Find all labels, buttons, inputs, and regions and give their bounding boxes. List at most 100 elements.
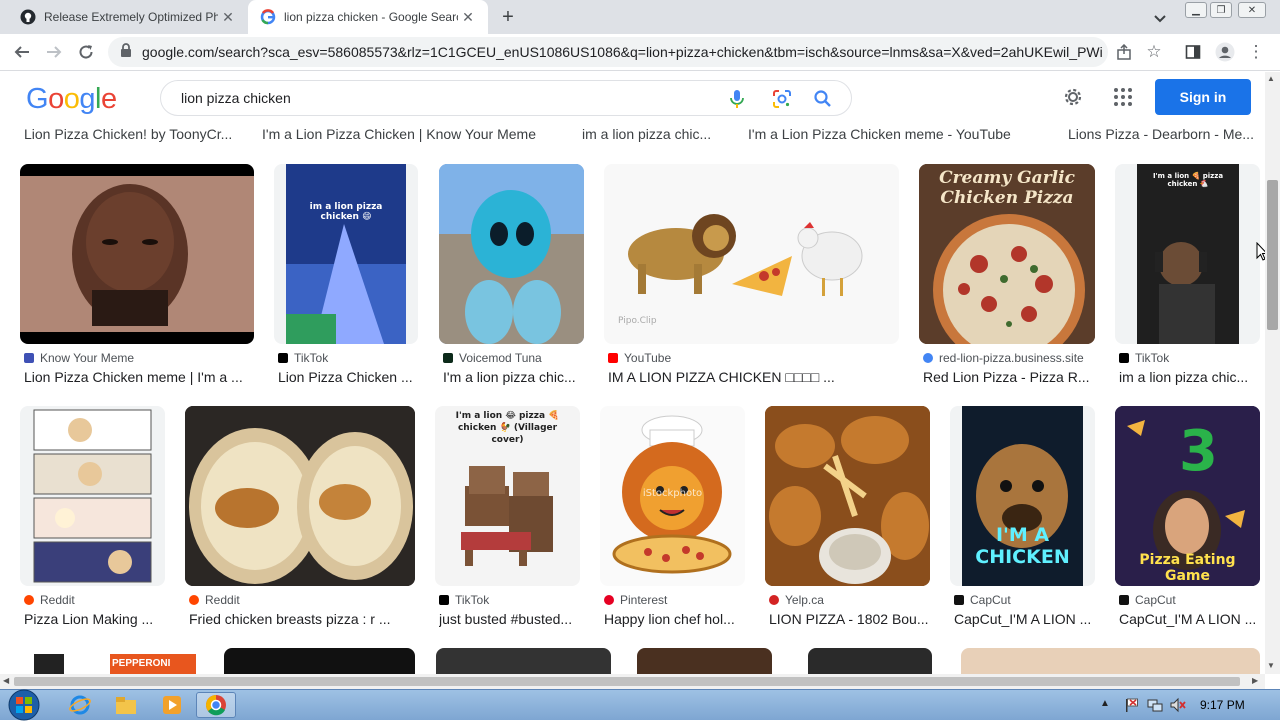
restore-button[interactable]: ❐ (1210, 2, 1232, 18)
result-source[interactable]: TikTok (439, 593, 489, 607)
action-center-flag-icon[interactable] (1124, 697, 1140, 718)
lock-icon[interactable] (120, 42, 132, 62)
tab-google-search[interactable]: lion pizza chicken - Google Searc ✕ (248, 0, 488, 34)
chevron-down-icon[interactable] (1150, 8, 1170, 28)
result-image[interactable] (224, 648, 415, 674)
result-source[interactable]: Pinterest (604, 593, 667, 607)
result-image[interactable]: Pipo.Clip (604, 164, 899, 344)
apps-grid-icon[interactable] (1113, 87, 1133, 112)
result-image[interactable]: I'M A CHICKEN (950, 406, 1095, 586)
reddit-icon (24, 595, 34, 605)
result-source[interactable]: Reddit (189, 593, 240, 607)
result-title[interactable]: Pizza Lion Making ... (24, 611, 165, 627)
result-source[interactable]: YouTube (608, 351, 671, 365)
profile-icon[interactable] (1213, 40, 1237, 64)
result-title[interactable]: I'm a lion pizza chic... (443, 369, 584, 385)
result-image[interactable] (20, 406, 165, 586)
side-panel-icon[interactable] (1181, 40, 1205, 64)
search-icon[interactable] (813, 89, 833, 114)
result-source[interactable]: CapCut (1119, 593, 1176, 607)
result-image[interactable]: I'm a lion 🍕 pizza chicken 🐔 (1115, 164, 1260, 344)
google-lens-icon[interactable] (772, 89, 792, 114)
result-image[interactable]: iStockphoto (600, 406, 745, 586)
internet-explorer-icon[interactable] (60, 692, 100, 718)
new-tab-button[interactable]: + (496, 5, 520, 29)
start-button[interactable] (6, 688, 42, 722)
result-title[interactable]: im a lion pizza chic... (1119, 369, 1260, 385)
result-image[interactable] (808, 648, 932, 674)
scroll-up-arrow-icon[interactable]: ▲ (1267, 74, 1275, 83)
source-label: TikTok (1135, 351, 1170, 365)
file-explorer-icon[interactable] (106, 692, 146, 718)
tray-expand-icon[interactable]: ▲ (1100, 698, 1110, 709)
source-label: Voicemod Tuna (459, 351, 542, 365)
result-title[interactable]: Fried chicken breasts pizza : r ... (189, 611, 415, 627)
result-title[interactable]: Lion Pizza Chicken meme | I'm a ... (24, 369, 250, 385)
result-source[interactable]: TikTok (1119, 351, 1169, 365)
result-source[interactable]: red-lion-pizza.business.site (923, 351, 1084, 365)
result-image[interactable] (637, 648, 772, 674)
share-icon[interactable] (1112, 40, 1136, 64)
microphone-icon[interactable] (728, 89, 746, 114)
result-image[interactable]: I'm a lion 😂 pizza 🍕 chicken 🐓 (Villager… (435, 406, 580, 586)
result-source[interactable]: Yelp.ca (769, 593, 824, 607)
result-title[interactable]: CapCut_I'M A LION ... (954, 611, 1095, 627)
result-title[interactable]: Lion Pizza Chicken ... (278, 369, 418, 385)
result-image[interactable] (765, 406, 930, 586)
scroll-right-arrow-icon[interactable]: ▶ (1252, 676, 1258, 685)
result-title[interactable]: CapCut_I'M A LION ... (1119, 611, 1260, 627)
sign-in-button[interactable]: Sign in (1155, 79, 1251, 115)
volume-muted-icon[interactable] (1170, 697, 1186, 718)
result-title[interactable]: IM A LION PIZZA CHICKEN □□□□ ... (608, 369, 899, 385)
result-source[interactable]: Reddit (24, 593, 75, 607)
result-source[interactable]: CapCut (954, 593, 1011, 607)
result-title[interactable]: Lions Pizza - Dearborn - Me... (1068, 126, 1258, 142)
tab-github-release[interactable]: Release Extremely Optimized Phy ✕ (8, 0, 248, 34)
kebab-menu-icon[interactable]: ⋮ (1244, 40, 1268, 64)
close-tab-icon[interactable]: ✕ (458, 7, 478, 27)
result-source[interactable]: TikTok (278, 351, 328, 365)
google-logo[interactable]: Google (26, 83, 117, 116)
horizontal-scroll-thumb[interactable] (14, 677, 1240, 686)
minimize-button[interactable]: ▁ (1185, 2, 1207, 18)
bookmark-star-icon[interactable]: ☆ (1142, 40, 1166, 64)
chrome-taskbar-icon[interactable] (196, 692, 236, 718)
result-image[interactable]: Creamy Garlic Chicken Pizza (919, 164, 1095, 344)
close-window-button[interactable]: ✕ (1238, 2, 1266, 18)
result-source[interactable]: Know Your Meme (24, 351, 134, 365)
result-image[interactable] (185, 406, 415, 586)
vertical-scroll-thumb[interactable] (1267, 180, 1278, 330)
scroll-left-arrow-icon[interactable]: ◀ (3, 676, 9, 685)
result-title[interactable]: LION PIZZA - 1802 Bou... (769, 611, 930, 627)
result-image[interactable]: im a lion pizza chicken 😄 (274, 164, 418, 344)
result-image[interactable]: PEPPERONI (20, 648, 200, 674)
network-icon[interactable] (1147, 697, 1163, 718)
result-title[interactable]: im a lion pizza chic... (582, 126, 732, 142)
media-player-icon[interactable] (152, 692, 192, 718)
capcut-icon (954, 595, 964, 605)
result-image[interactable] (20, 164, 254, 344)
taskbar-clock[interactable]: 9:17 PM (1200, 698, 1245, 712)
close-tab-icon[interactable]: ✕ (218, 7, 238, 27)
reload-icon[interactable] (74, 40, 98, 64)
result-image[interactable] (439, 164, 584, 344)
svg-text:3: 3 (1179, 419, 1218, 484)
scroll-down-arrow-icon[interactable]: ▼ (1267, 661, 1275, 670)
settings-gear-icon[interactable] (1061, 85, 1085, 114)
result-title[interactable]: Lion Pizza Chicken! by ToonyCr... (24, 126, 244, 142)
result-image[interactable]: 3 Pizza Eating Game (1115, 406, 1260, 586)
vertical-scrollbar[interactable] (1265, 72, 1280, 674)
address-bar[interactable]: google.com/search?sca_esv=586085573&rlz=… (108, 37, 1108, 67)
result-title[interactable]: Happy lion chef hol... (604, 611, 745, 627)
result-title[interactable]: just busted #busted... (439, 611, 580, 627)
result-image[interactable] (436, 648, 611, 674)
result-image[interactable] (961, 648, 1260, 674)
search-input[interactable]: lion pizza chicken (160, 80, 852, 116)
back-arrow-icon[interactable] (10, 40, 34, 64)
logo-letter: o (48, 83, 64, 115)
result-title[interactable]: Red Lion Pizza - Pizza R... (923, 369, 1095, 385)
forward-arrow-icon[interactable] (42, 40, 66, 64)
result-title[interactable]: I'm a Lion Pizza Chicken | Know Your Mem… (262, 126, 562, 142)
result-title[interactable]: I'm a Lion Pizza Chicken meme - YouTube (748, 126, 1038, 142)
result-source[interactable]: Voicemod Tuna (443, 351, 542, 365)
